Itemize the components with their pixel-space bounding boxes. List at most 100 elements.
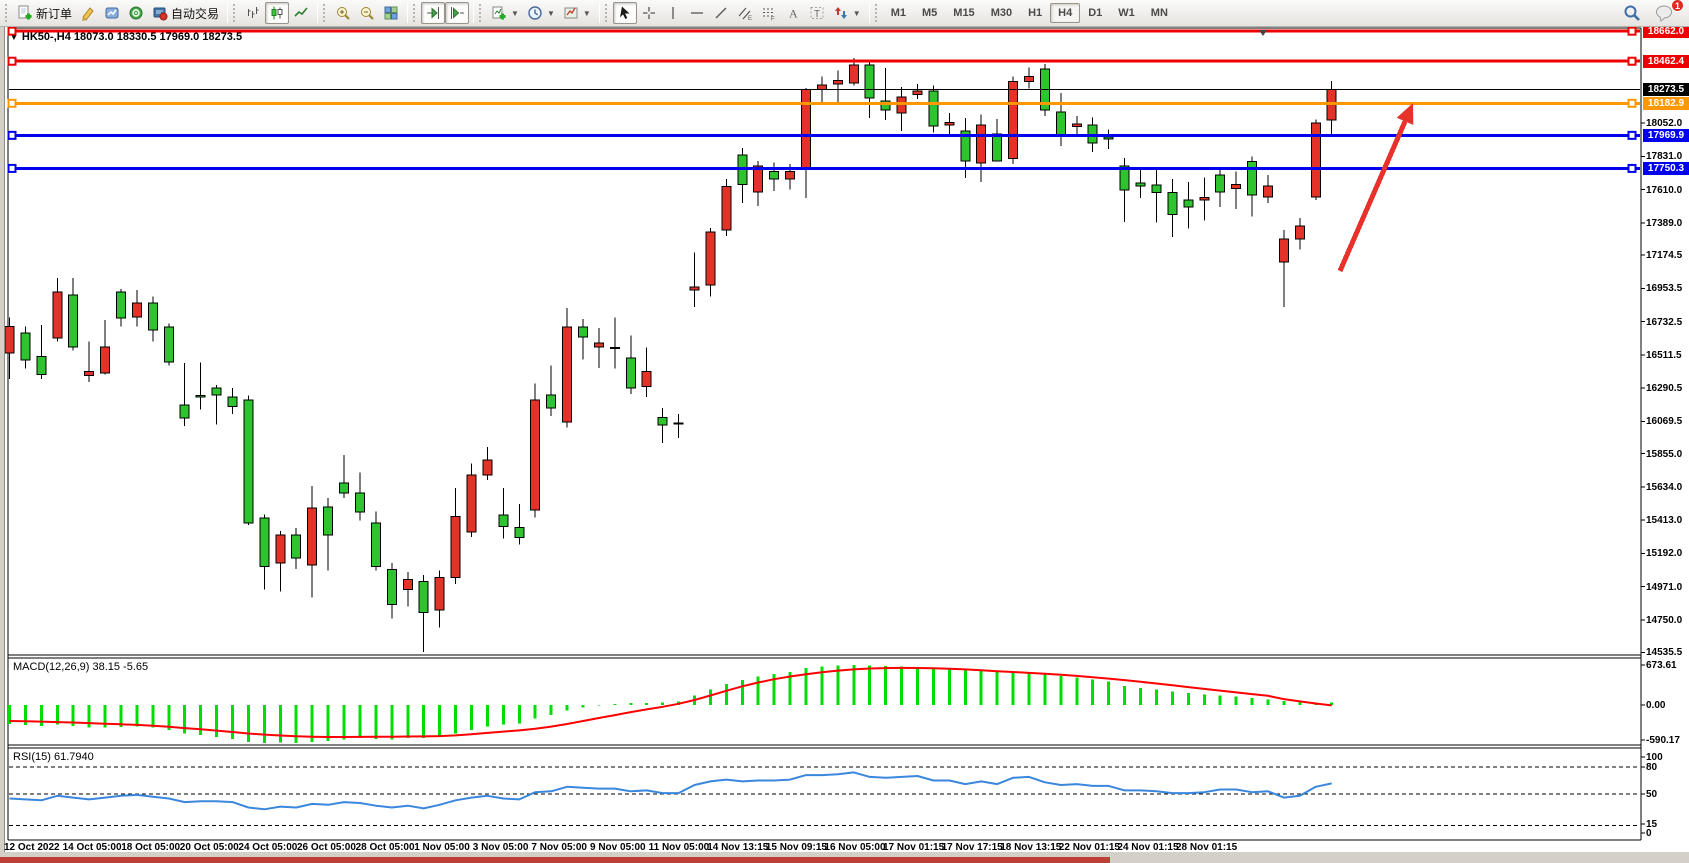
candle-body <box>547 395 556 408</box>
candle-body <box>1009 82 1018 159</box>
toolbar-grip <box>479 4 484 22</box>
equidistant-channel-button[interactable]: E <box>733 2 757 24</box>
candle-body <box>228 397 237 407</box>
candle-body <box>977 125 986 163</box>
line-handle[interactable] <box>9 165 16 172</box>
auto-scroll-icon <box>425 5 441 21</box>
chevron-down-icon[interactable]: ▼ <box>511 9 519 18</box>
candle-body <box>913 91 922 95</box>
candle-body <box>355 493 364 512</box>
timeframe-h1-label: H1 <box>1028 7 1042 19</box>
candle-body <box>371 523 380 567</box>
line-handle[interactable] <box>9 132 16 139</box>
text-label-button[interactable]: T <box>805 2 829 24</box>
chevron-down-icon[interactable]: ▼ <box>853 9 861 18</box>
line-handle[interactable] <box>1629 100 1636 107</box>
candle-body <box>69 295 78 347</box>
toolbar-separator <box>407 3 408 23</box>
channel-icon: E <box>737 5 753 21</box>
candle-body <box>1279 239 1288 262</box>
new-order-button[interactable]: 新订单 <box>13 2 76 24</box>
timeframe-m30[interactable]: M30 <box>983 3 1020 23</box>
chart-canvas[interactable] <box>0 0 1689 863</box>
line-handle[interactable] <box>1629 58 1636 65</box>
candle-body <box>626 358 635 388</box>
new-order-button-label: 新订单 <box>36 5 72 22</box>
line-handle[interactable] <box>1629 28 1636 35</box>
line-chart-button[interactable] <box>289 2 313 24</box>
timeframe-w1[interactable]: W1 <box>1110 3 1143 23</box>
candle-body <box>515 528 524 538</box>
toolbar-grip <box>413 4 418 22</box>
fibonacci-button[interactable]: F <box>757 2 781 24</box>
indicators-icon <box>491 5 507 21</box>
candle-body <box>1104 137 1113 139</box>
cursor-icon <box>617 5 633 21</box>
candle-body <box>1168 193 1177 215</box>
candle-body <box>817 85 826 90</box>
toolbar-group-scroll <box>412 0 469 26</box>
timeframe-m1[interactable]: M1 <box>883 3 914 23</box>
indicators-button[interactable]: ▼ <box>487 2 523 24</box>
horizontal-line-button[interactable] <box>685 2 709 24</box>
autotrading-button[interactable]: 自动交易 <box>148 2 223 24</box>
mql-editor-button[interactable] <box>76 2 100 24</box>
line-handle[interactable] <box>1629 132 1636 139</box>
candle-body <box>849 65 858 83</box>
crosshair-button[interactable] <box>637 2 661 24</box>
timeframe-h1[interactable]: H1 <box>1020 3 1050 23</box>
svg-text:T: T <box>814 9 820 20</box>
zoom-in-button[interactable] <box>331 2 355 24</box>
cursor-button[interactable] <box>613 2 637 24</box>
zoom-in-icon <box>335 5 351 21</box>
tile-windows-button[interactable] <box>379 2 403 24</box>
candle-body <box>467 475 476 532</box>
arrows-icon <box>833 5 849 21</box>
candle-body <box>101 347 110 373</box>
label-icon: T <box>809 5 825 21</box>
text-button[interactable]: A <box>781 2 805 24</box>
zoom-out-icon <box>359 5 375 21</box>
timeframe-d1[interactable]: D1 <box>1080 3 1110 23</box>
chart-shift-marker-icon[interactable] <box>1259 30 1267 36</box>
candle-body <box>929 91 938 126</box>
candle-body <box>1025 77 1034 82</box>
notifications-button[interactable]: 1 <box>1651 2 1679 24</box>
search-button[interactable] <box>1619 2 1645 24</box>
line-handle[interactable] <box>9 28 16 35</box>
chart-shift-button[interactable] <box>445 2 469 24</box>
periods-button[interactable]: ▼ <box>523 2 559 24</box>
candle-body <box>1248 162 1257 195</box>
candle-body <box>196 396 205 397</box>
line-handle[interactable] <box>9 100 16 107</box>
signals-button[interactable] <box>124 2 148 24</box>
candlestick-chart-button[interactable] <box>265 2 289 24</box>
line-handle[interactable] <box>1629 165 1636 172</box>
vertical-line-button[interactable] <box>661 2 685 24</box>
zoom-out-button[interactable] <box>355 2 379 24</box>
tile-icon <box>383 5 399 21</box>
candle-body <box>1152 185 1161 193</box>
trendline-button[interactable] <box>709 2 733 24</box>
bar-chart-button[interactable] <box>241 2 265 24</box>
candle-body <box>148 303 157 330</box>
candle-body <box>483 460 492 475</box>
timeframe-m15[interactable]: M15 <box>945 3 982 23</box>
market-button[interactable] <box>100 2 124 24</box>
line-handle[interactable] <box>9 58 16 65</box>
bottom-edge-right <box>1110 857 1689 863</box>
chevron-down-icon[interactable]: ▼ <box>583 9 591 18</box>
candle-body <box>244 400 253 523</box>
svg-text:E: E <box>748 16 752 21</box>
editor-icon <box>80 5 96 21</box>
chevron-down-icon[interactable]: ▼ <box>547 9 555 18</box>
candle-body <box>451 517 460 578</box>
timeframe-m5[interactable]: M5 <box>914 3 945 23</box>
candle-body <box>786 171 795 179</box>
timeframe-h4[interactable]: H4 <box>1050 3 1080 23</box>
timeframe-mn[interactable]: MN <box>1143 3 1176 23</box>
timeframe-m30-label: M30 <box>991 7 1012 19</box>
templates-button[interactable]: ▼ <box>559 2 595 24</box>
auto-scroll-button[interactable] <box>421 2 445 24</box>
arrows-button[interactable]: ▼ <box>829 2 865 24</box>
